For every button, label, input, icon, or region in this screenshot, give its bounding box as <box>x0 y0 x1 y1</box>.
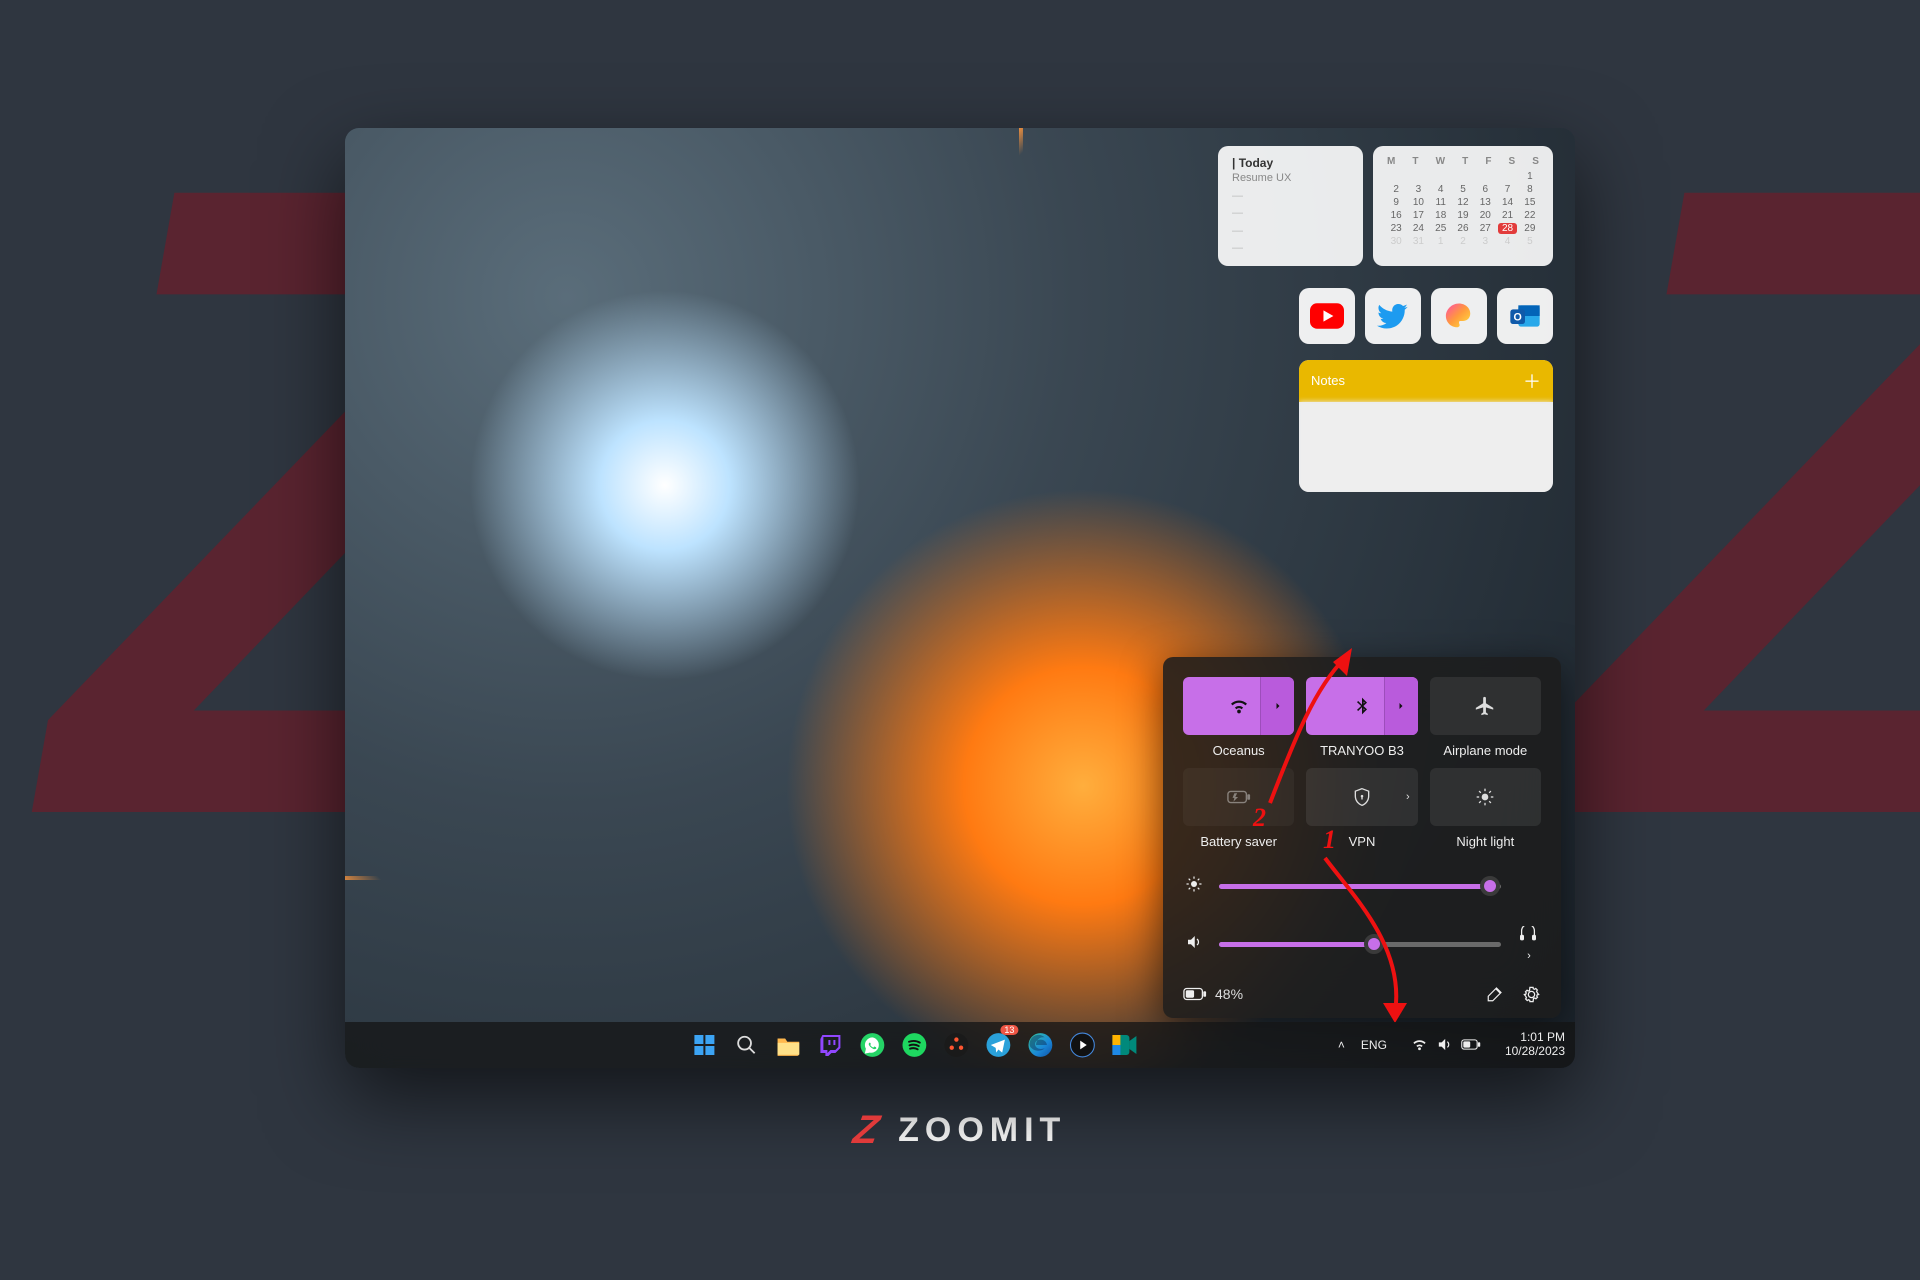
calendar-grid: 1234567891011121314151617181920212223242… <box>1387 171 1539 247</box>
bluetooth-tile: TRANYOO B3 <box>1306 677 1417 758</box>
battery-saver-toggle-button[interactable] <box>1183 768 1294 826</box>
volume-tray-icon <box>1436 1036 1453 1053</box>
start-button[interactable] <box>686 1027 722 1063</box>
twitch-button[interactable] <box>812 1027 848 1063</box>
battery-status-button[interactable]: 48% <box>1183 986 1243 1002</box>
battery-saver-icon <box>1227 788 1251 806</box>
davinci-button[interactable] <box>938 1027 974 1063</box>
edge-button[interactable] <box>1022 1027 1058 1063</box>
clock-date: 10/28/2023 <box>1505 1045 1565 1059</box>
today-widget-empty-lines: ———— <box>1232 188 1349 258</box>
paint-shortcut[interactable] <box>1431 288 1487 344</box>
brightness-slider[interactable] <box>1219 884 1501 889</box>
clock-button[interactable]: 1:01 PM 10/28/2023 <box>1505 1031 1565 1059</box>
language-indicator[interactable]: ENG <box>1361 1038 1387 1052</box>
airplane-toggle-button[interactable] <box>1430 677 1541 735</box>
zoomit-z-mark: Z <box>850 1108 888 1153</box>
volume-slider[interactable] <box>1219 942 1501 947</box>
today-widget-subtitle: Resume UX <box>1232 172 1349 184</box>
whatsapp-button[interactable] <box>854 1027 890 1063</box>
calendar-widget[interactable]: MTWTFSS 12345678910111213141516171819202… <box>1373 146 1553 266</box>
vpn-expand-icon[interactable]: › <box>1406 791 1410 803</box>
meet-button[interactable] <box>1106 1027 1142 1063</box>
outlook-shortcut[interactable]: O <box>1497 288 1553 344</box>
notes-widget[interactable]: Notes ＋ <box>1299 360 1553 492</box>
night-light-tile-label: Night light <box>1456 834 1514 849</box>
zoomit-logo: Z ZOOMIT <box>854 1108 1067 1153</box>
notes-widget-title: Notes <box>1311 373 1345 388</box>
bluetooth-expand-button[interactable] <box>1384 677 1418 735</box>
volume-slider-row: › <box>1183 926 1541 963</box>
notes-add-icon[interactable]: ＋ <box>1523 368 1541 394</box>
zoomit-wordmark: ZOOMIT <box>898 1111 1066 1150</box>
file-explorer-button[interactable] <box>770 1027 806 1063</box>
tray-overflow-button[interactable]: ˄ <box>1338 1038 1345 1052</box>
battery-tray-icon <box>1461 1038 1481 1051</box>
night-light-tile: Night light <box>1430 768 1541 849</box>
battery-icon <box>1183 987 1207 1001</box>
wifi-toggle-button[interactable] <box>1183 677 1294 735</box>
wifi-icon <box>1228 695 1250 717</box>
desktop-app-shortcuts: O <box>1299 288 1553 344</box>
svg-text:O: O <box>1514 311 1522 323</box>
wifi-tray-icon <box>1411 1036 1428 1053</box>
spotify-button[interactable] <box>896 1027 932 1063</box>
night-light-icon <box>1475 787 1495 807</box>
wifi-tile: Oceanus <box>1183 677 1294 758</box>
taskbar-pinned-apps: 13 <box>686 1027 1142 1063</box>
airplane-tile-label: Airplane mode <box>1443 743 1527 758</box>
settings-button[interactable] <box>1522 985 1541 1004</box>
network-volume-battery-button[interactable] <box>1403 1032 1489 1057</box>
airplane-icon <box>1474 695 1496 717</box>
today-widget-title: | Today <box>1232 156 1349 170</box>
bluetooth-toggle-button[interactable] <box>1306 677 1417 735</box>
search-button[interactable] <box>728 1027 764 1063</box>
gear-icon <box>1522 985 1541 1004</box>
shield-icon <box>1352 786 1372 808</box>
desktop-screenshot: | Today Resume UX ———— MTWTFSS 123456789… <box>345 128 1575 1068</box>
vpn-toggle-button[interactable]: › <box>1306 768 1417 826</box>
clock-time: 1:01 PM <box>1505 1031 1565 1045</box>
media-player-button[interactable] <box>1064 1027 1100 1063</box>
system-tray: ˄ ENG 1:01 PM 10/28/2023 <box>1338 1031 1565 1059</box>
battery-saver-tile: Battery saver <box>1183 768 1294 849</box>
bluetooth-icon <box>1352 696 1372 716</box>
battery-percent-label: 48% <box>1215 986 1243 1002</box>
brightness-icon <box>1183 875 1205 898</box>
vpn-tile-label: VPN <box>1349 834 1376 849</box>
volume-icon <box>1183 933 1205 956</box>
youtube-shortcut[interactable] <box>1299 288 1355 344</box>
wifi-expand-button[interactable] <box>1260 677 1294 735</box>
edit-quick-settings-button[interactable] <box>1486 985 1504 1003</box>
twitter-shortcut[interactable] <box>1365 288 1421 344</box>
calendar-dow-header: MTWTFSS <box>1387 156 1539 167</box>
pencil-icon <box>1486 985 1504 1003</box>
telegram-button[interactable]: 13 <box>980 1027 1016 1063</box>
battery-saver-tile-label: Battery saver <box>1200 834 1277 849</box>
bluetooth-tile-label: TRANYOO B3 <box>1320 743 1404 758</box>
audio-output-button[interactable]: › <box>1515 926 1541 963</box>
notes-widget-body <box>1299 402 1553 492</box>
vpn-tile: › VPN <box>1306 768 1417 849</box>
today-widget[interactable]: | Today Resume UX ———— <box>1218 146 1363 266</box>
night-light-toggle-button[interactable] <box>1430 768 1541 826</box>
taskbar: 13 ˄ ENG 1:01 PM 10/28/2023 <box>345 1022 1575 1068</box>
wifi-tile-label: Oceanus <box>1213 743 1265 758</box>
quick-settings-panel: Oceanus TRANYOO B3 Airplane mode <box>1163 657 1561 1018</box>
airplane-tile: Airplane mode <box>1430 677 1541 758</box>
brightness-slider-row <box>1183 875 1541 898</box>
